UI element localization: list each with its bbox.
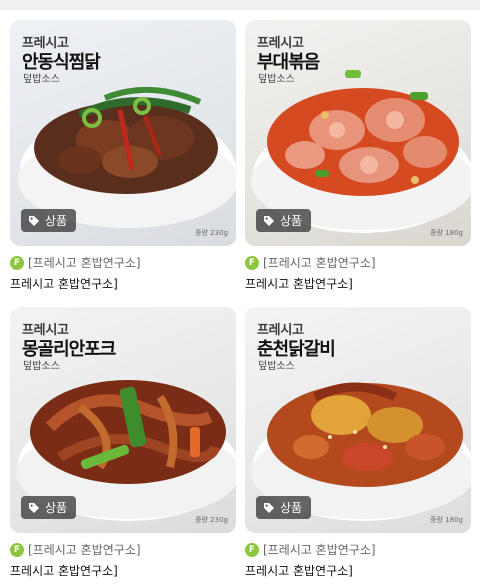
menu-subtitle: 덮밥소스 (258, 361, 295, 372)
product-image[interactable]: 프레시고 부대볶음 덮밥소스 상품 중량 180g (245, 20, 471, 246)
tag-label: 상품 (280, 501, 303, 515)
product-image[interactable]: 프레시고 춘천닭갈비 덮밥소스 상품 중량 180g (245, 307, 471, 533)
weight-label: 중량 230g (195, 516, 228, 524)
weight-label: 중량 180g (430, 516, 463, 524)
tag-label: 상품 (45, 501, 68, 515)
product-title[interactable]: 프레시고 혼밥연구소] (245, 562, 353, 579)
product-tag-chip[interactable]: 상품 (256, 209, 312, 232)
tag-icon (29, 502, 39, 513)
product-tag-chip[interactable]: 상품 (21, 209, 77, 232)
tag-label: 상품 (45, 214, 68, 228)
product-image[interactable]: 프레시고 안동식찜닭 덮밥소스 상품 중량 230g (10, 20, 236, 246)
seller-badge: F (10, 542, 24, 557)
seller-badge: F (245, 542, 259, 557)
tag-icon (29, 215, 39, 226)
seller-row[interactable]: F [프레시고 혼밥연구소] (245, 541, 376, 558)
product-title[interactable]: 프레시고 혼밥연구소] (10, 275, 118, 292)
product-tag-chip[interactable]: 상품 (21, 496, 77, 519)
menu-subtitle: 덮밥소스 (23, 361, 60, 372)
menu-subtitle: 덮밥소스 (258, 74, 295, 85)
seller-name: [프레시고 혼밥연구소] (28, 256, 141, 270)
weight-label: 중량 180g (430, 229, 463, 237)
product-card[interactable]: 프레시고 부대볶음 덮밥소스 상품 중량 180g F [프레시고 혼밥연구소]… (245, 20, 471, 291)
product-tag-chip[interactable]: 상품 (256, 496, 312, 519)
product-title[interactable]: 프레시고 혼밥연구소] (10, 562, 118, 579)
seller-badge: F (10, 255, 24, 270)
tag-label: 상품 (280, 214, 303, 228)
seller-row[interactable]: F [프레시고 혼밥연구소] (10, 541, 141, 558)
tag-icon (264, 502, 274, 513)
product-title[interactable]: 프레시고 혼밥연구소] (245, 275, 353, 292)
product-card[interactable]: 프레시고 춘천닭갈비 덮밥소스 상품 중량 180g F [프레시고 혼밥연구소… (245, 307, 471, 578)
product-card[interactable]: 프레시고 몽골리안포크 덮밥소스 상품 중량 230g F [프레시고 혼밥연구… (10, 307, 236, 578)
product-card[interactable]: 프레시고 안동식찜닭 덮밥소스 상품 중량 230g F [프레시고 혼밥연구소… (10, 20, 236, 291)
seller-row[interactable]: F [프레시고 혼밥연구소] (10, 254, 141, 271)
top-scroll-edge (0, 0, 480, 10)
seller-name: [프레시고 혼밥연구소] (28, 543, 141, 557)
weight-label: 중량 230g (195, 229, 228, 237)
seller-badge: F (245, 255, 259, 270)
seller-name: [프레시고 혼밥연구소] (263, 543, 376, 557)
menu-subtitle: 덮밥소스 (23, 74, 60, 85)
tag-icon (264, 215, 274, 226)
seller-row[interactable]: F [프레시고 혼밥연구소] (245, 254, 376, 271)
seller-name: [프레시고 혼밥연구소] (263, 256, 376, 270)
product-image[interactable]: 프레시고 몽골리안포크 덮밥소스 상품 중량 230g (10, 307, 236, 533)
